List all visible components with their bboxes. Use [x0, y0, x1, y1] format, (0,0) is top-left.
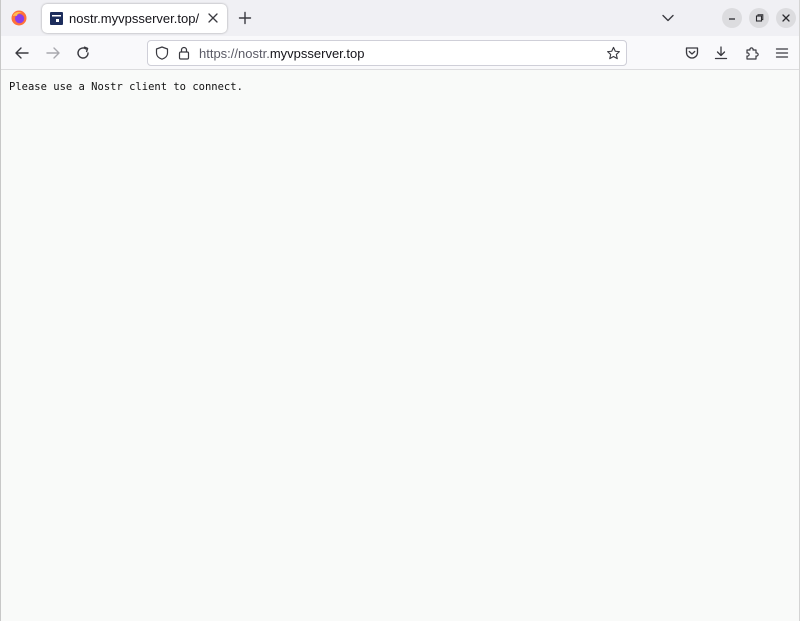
maximize-button[interactable] [749, 8, 769, 28]
firefox-logo-icon[interactable] [11, 10, 27, 26]
url-subdomain: nostr. [238, 46, 270, 61]
site-favicon-icon [50, 12, 63, 25]
plus-icon[interactable] [237, 10, 253, 26]
pocket-icon[interactable] [684, 45, 700, 61]
close-icon[interactable] [207, 12, 219, 24]
page-message: Please use a Nostr client to connect. [9, 81, 243, 93]
close-window-button[interactable] [776, 8, 796, 28]
star-icon[interactable] [606, 46, 621, 61]
minimize-button[interactable] [722, 8, 742, 28]
url-scheme: https:// [199, 46, 239, 61]
tab-active[interactable]: nostr.myvpsserver.top/ [42, 4, 227, 33]
address-bar[interactable]: https://nostr.myvpsserver.top [147, 40, 627, 66]
url-text[interactable]: https://nostr.myvpsserver.top [199, 46, 364, 61]
close-icon [782, 14, 790, 22]
reload-icon[interactable] [75, 45, 91, 61]
url-host: myvpsserver.top [269, 46, 365, 61]
hamburger-menu-icon[interactable] [774, 45, 790, 61]
download-icon[interactable] [713, 45, 729, 61]
browser-window: nostr.myvpsserver.top/ https://nostr.myv… [0, 0, 800, 621]
tab-title: nostr.myvpsserver.top/ [69, 11, 200, 26]
puzzle-icon[interactable] [744, 45, 760, 61]
page-content: Please use a Nostr client to connect. [1, 70, 799, 621]
tab-strip: nostr.myvpsserver.top/ [1, 0, 799, 36]
arrow-left-icon[interactable] [14, 45, 30, 61]
restore-icon [755, 14, 764, 22]
minimize-icon [729, 18, 735, 20]
navigation-toolbar: https://nostr.myvpsserver.top [1, 36, 799, 70]
arrow-right-icon[interactable] [45, 45, 61, 61]
chevron-down-icon[interactable] [661, 11, 675, 25]
lock-icon[interactable] [178, 46, 190, 60]
shield-icon[interactable] [155, 46, 169, 60]
